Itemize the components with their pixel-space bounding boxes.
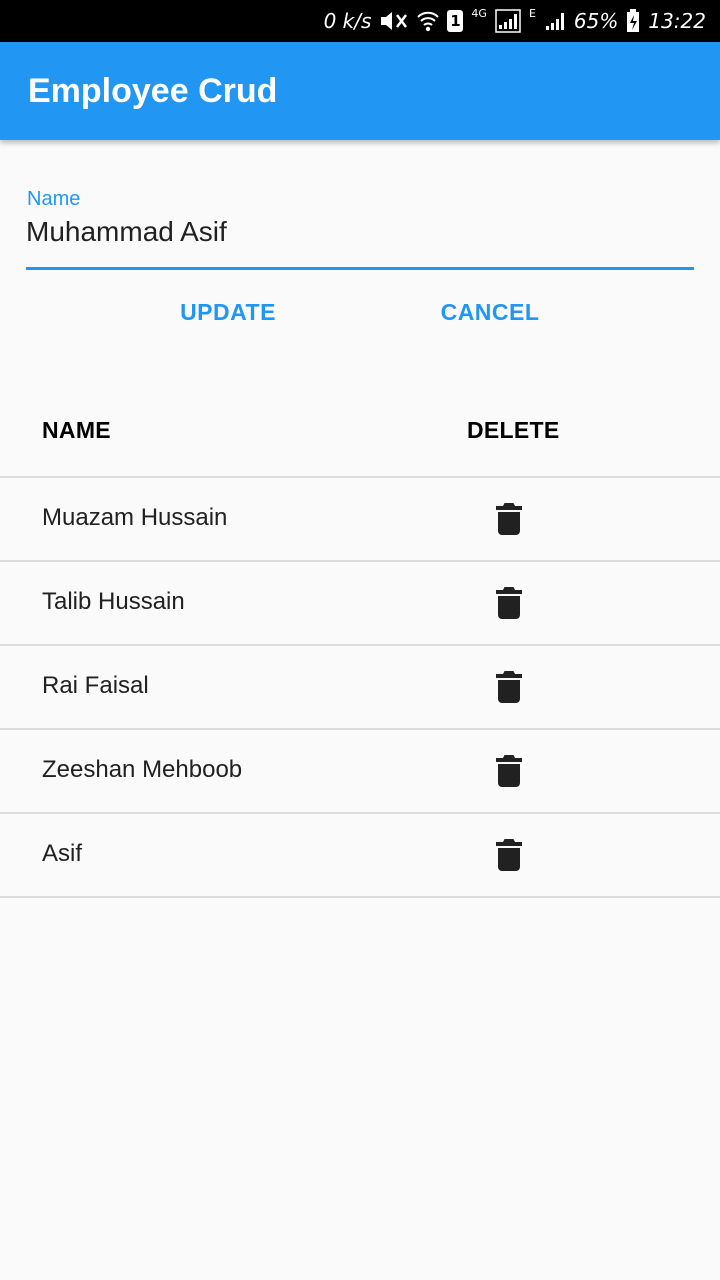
name-input[interactable] [26,212,694,252]
page-title: Employee Crud [28,71,278,110]
employee-name-cell: Asif [42,840,83,867]
cancel-button[interactable]: CANCEL [428,290,552,334]
table-row: Rai Faisal [0,646,720,730]
employee-form: Name [26,186,694,272]
delete-button[interactable] [488,834,530,876]
trash-icon [496,503,522,535]
delete-button[interactable] [488,582,530,624]
employee-name-cell: Muazam Hussain [42,504,228,531]
employee-name-cell: Rai Faisal [42,672,149,699]
app-bar: Employee Crud [0,42,720,140]
sim-slot-badge: 1 [447,10,464,32]
employee-table: NAME DELETE Muazam Hussain Talib Hussain… [0,380,720,898]
signal-icon [495,9,521,33]
mute-icon [379,9,409,33]
battery-charging-icon [626,9,640,33]
network-speed: 0 k/s [323,9,372,33]
update-button[interactable]: UPDATE [168,290,288,334]
clock: 13:22 [648,9,706,33]
network-type-primary: 4G [471,6,487,20]
battery-percent: 65% [573,9,619,33]
table-row: Zeeshan Mehboob [0,730,720,814]
trash-icon [496,839,522,871]
network-type-secondary: E [528,6,536,20]
delete-button[interactable] [488,498,530,540]
employee-name-cell: Talib Hussain [42,588,185,615]
name-field-underline [26,267,694,270]
employee-name-cell: Zeeshan Mehboob [42,756,243,783]
column-header-delete: DELETE [467,417,560,443]
signal-icon-secondary [544,9,566,33]
status-bar: 0 k/s 1 4G E 65% 13:22 [0,0,720,42]
trash-icon [496,671,522,703]
trash-icon [496,755,522,787]
table-row: Muazam Hussain [0,478,720,562]
wifi-icon [417,9,440,33]
trash-icon [496,587,522,619]
delete-button[interactable] [488,666,530,708]
name-field-label: Name [27,188,81,210]
delete-button[interactable] [488,750,530,792]
column-header-name: NAME [42,417,111,443]
table-row: Asif [0,814,720,898]
table-row: Talib Hussain [0,562,720,646]
table-header: NAME DELETE [0,380,720,478]
